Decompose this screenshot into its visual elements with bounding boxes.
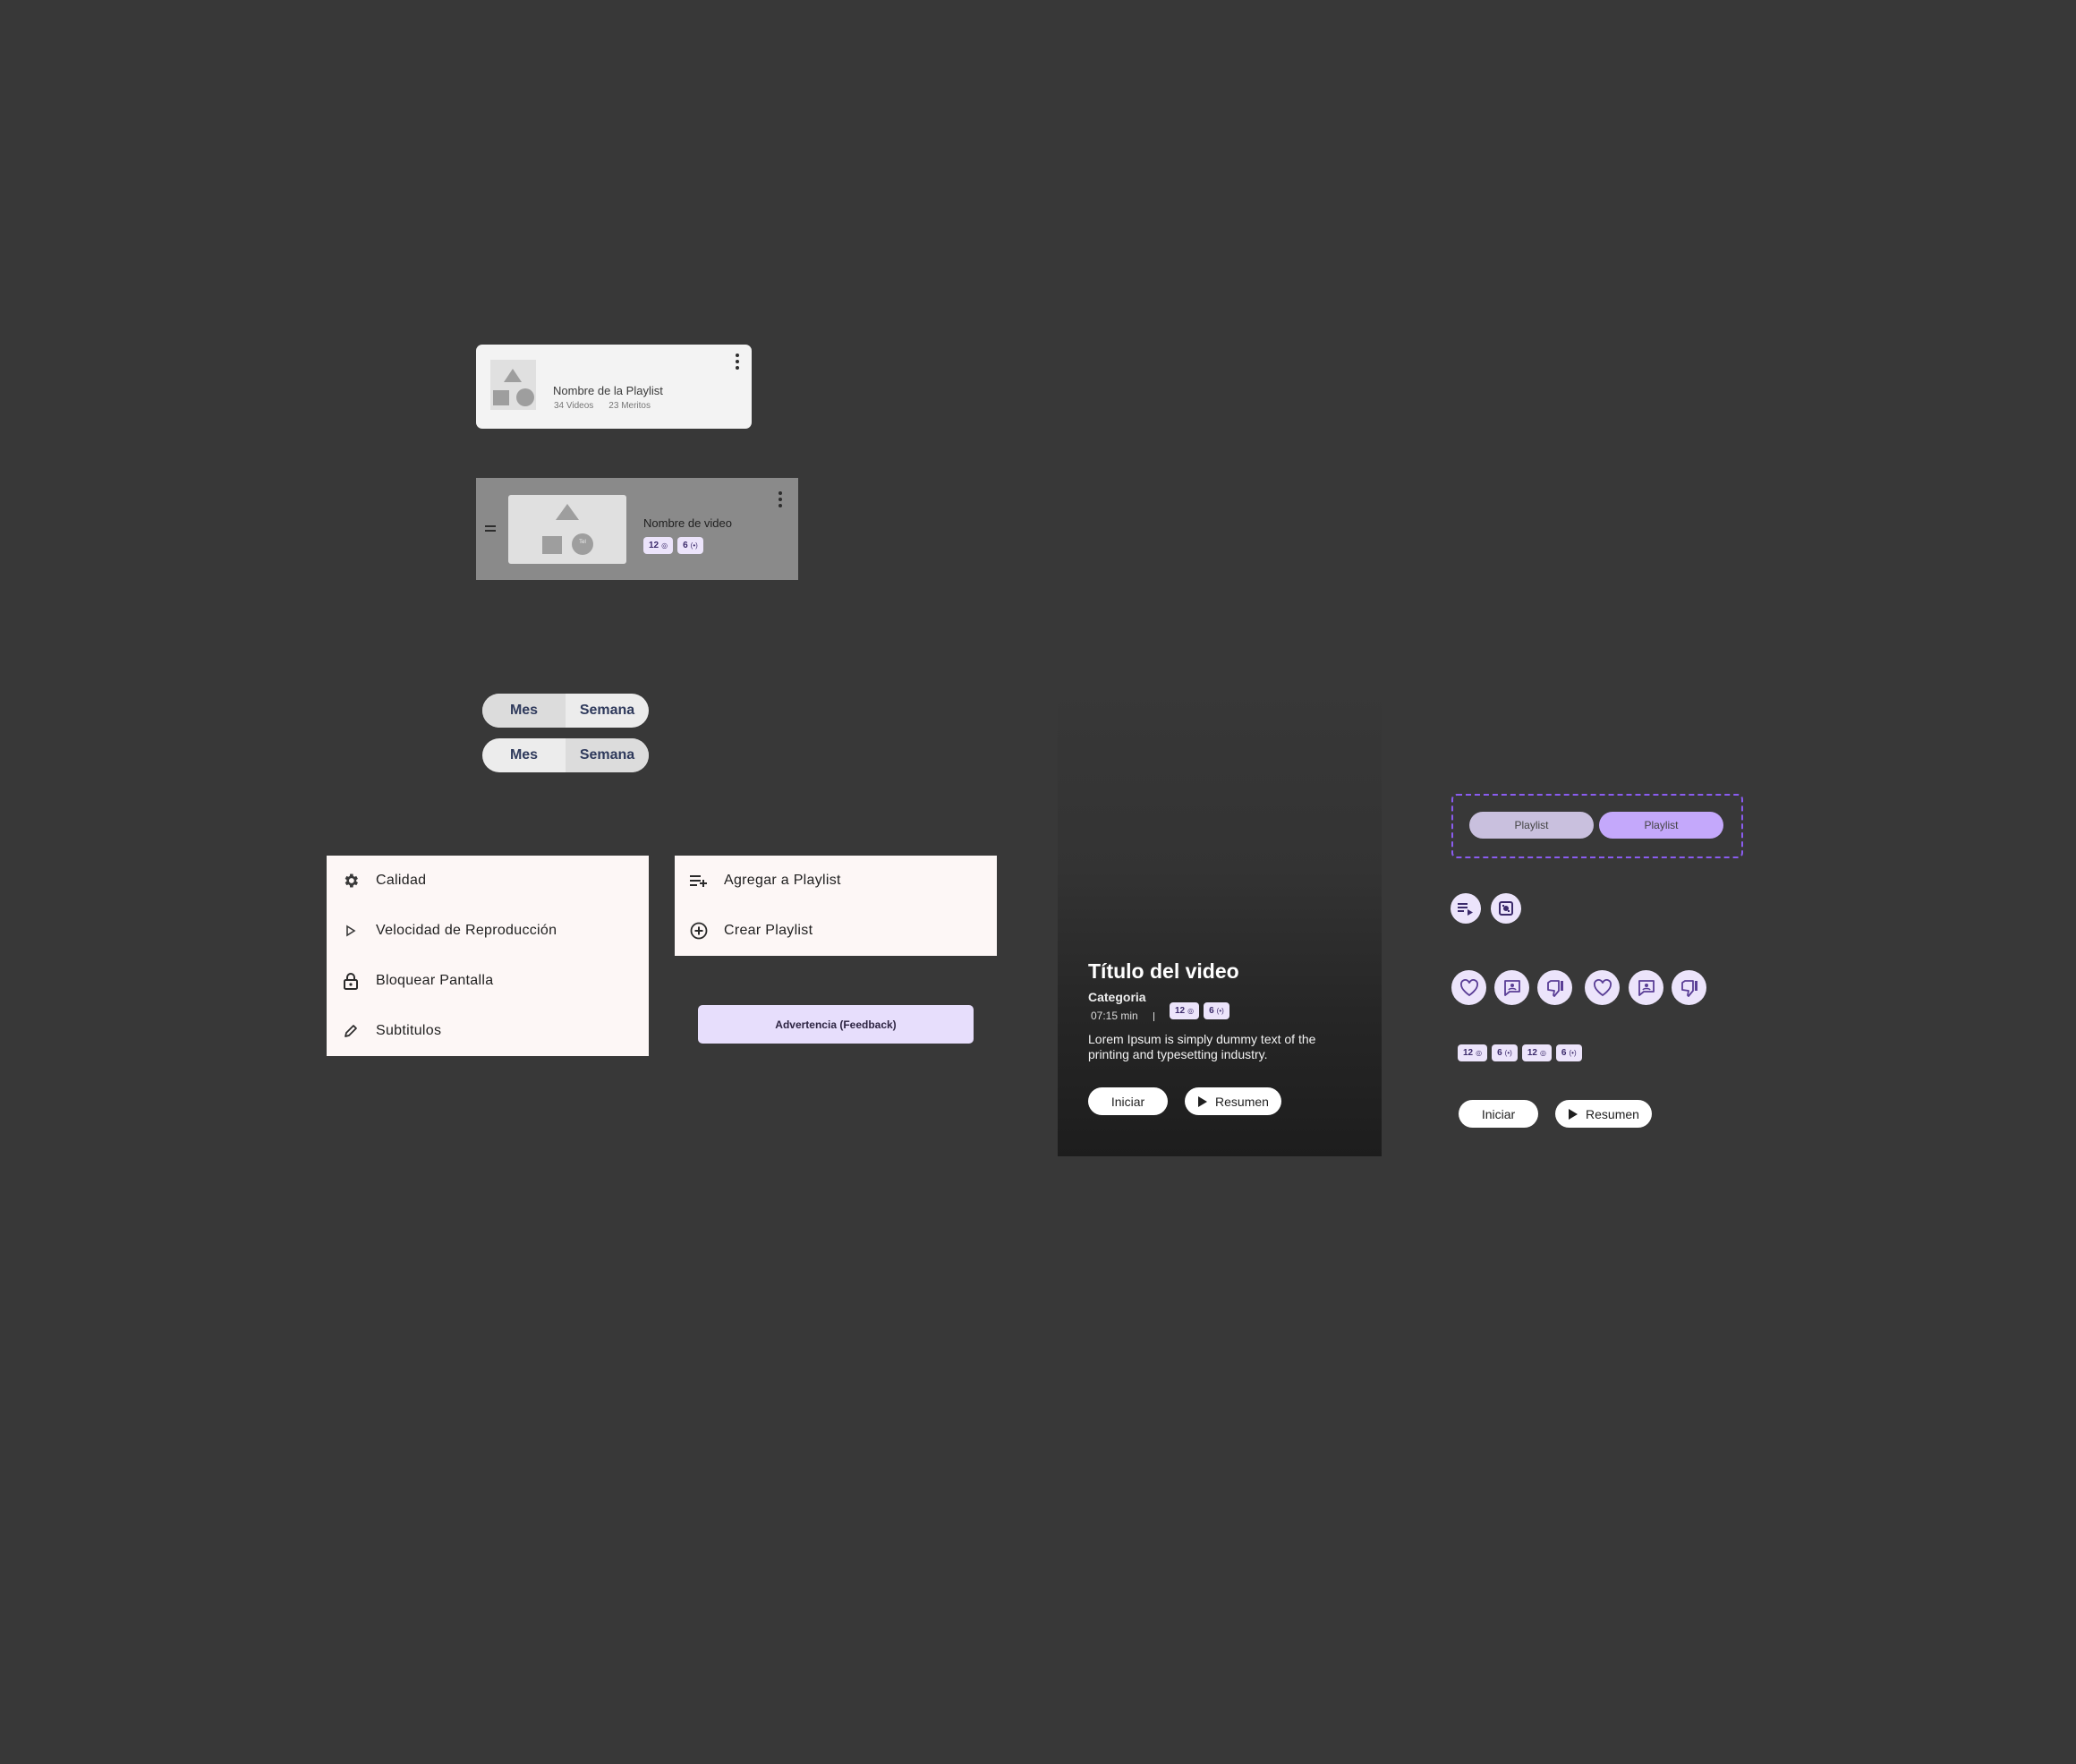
menu-item-label: Agregar a Playlist [724, 873, 841, 888]
like-button[interactable] [1451, 970, 1486, 1005]
play-outline-icon [341, 921, 361, 941]
add-circle-icon [689, 921, 709, 941]
play-icon [1197, 1095, 1208, 1108]
screen-capture-icon [1499, 901, 1513, 916]
broadcast-icon: (•) [1504, 1049, 1512, 1057]
chip-shares: 6 (•) [1555, 1044, 1582, 1061]
image-placeholder-icon [493, 369, 534, 406]
views-icon: ◎ [1187, 1007, 1195, 1015]
player-options-menu: Calidad Velocidad de Reproducción Bloque… [327, 856, 649, 1056]
chip-shares: 6 (•) [1492, 1044, 1518, 1061]
video-list-row[interactable]: Tel Nombre de video 12 ◎ 6 (•) [476, 478, 798, 580]
summary-label: Resumen [1586, 1106, 1639, 1121]
playlist-pill-active[interactable]: Playlist [1599, 812, 1723, 839]
like-button[interactable] [1585, 970, 1620, 1005]
play-icon [1568, 1108, 1578, 1121]
playlist-add-icon [689, 871, 709, 891]
playlist-title: Nombre de la Playlist [553, 384, 663, 397]
menu-item-label: Bloquear Pantalla [376, 973, 494, 988]
chip-views: 12 ◎ [1458, 1044, 1488, 1061]
menu-item-label: Calidad [376, 873, 427, 888]
period-toggle-semana: Mes Semana [482, 738, 649, 772]
video-description: Lorem Ipsum is simply dummy text of the … [1088, 1032, 1316, 1061]
menu-item-calidad[interactable]: Calidad [327, 856, 649, 906]
menu-item-agregar-playlist[interactable]: Agregar a Playlist [675, 856, 997, 906]
menu-item-crear-playlist[interactable]: Crear Playlist [675, 906, 997, 956]
chip-shares: 6 (•) [1204, 1002, 1229, 1019]
thumbnail-badge: Tel [579, 540, 586, 545]
playlist-pill-variants: Playlist Playlist [1451, 794, 1743, 858]
broadcast-icon: (•) [690, 541, 698, 550]
thumbs-down-icon [1546, 979, 1563, 997]
video-stats: 12 ◎ 6 (•) [1170, 1002, 1229, 1019]
summary-button[interactable]: Resumen [1555, 1100, 1652, 1128]
menu-item-label: Crear Playlist [724, 923, 813, 938]
start-label: Iniciar [1110, 1094, 1145, 1109]
divider [1153, 1012, 1154, 1021]
lock-icon [341, 971, 361, 991]
more-options-icon[interactable] [736, 354, 739, 372]
queue-play-icon [1458, 903, 1473, 916]
toggle-option-semana[interactable]: Semana [566, 738, 649, 772]
video-title: Título del video [1088, 959, 1239, 983]
chip-views: 12 ◎ [643, 537, 674, 554]
comment-button[interactable] [1494, 970, 1529, 1005]
playlist-meta: 34 Videos 23 Meritos [554, 401, 651, 411]
stats-chips: 12 ◎ 6 (•) 12 ◎ 6 (•) [1458, 1044, 1582, 1061]
playlist-card[interactable]: Nombre de la Playlist 34 Videos 23 Merito… [476, 345, 752, 429]
heart-icon [1459, 978, 1478, 996]
menu-item-label: Velocidad de Reproducción [376, 923, 557, 938]
comment-icon [1638, 979, 1655, 996]
toggle-option-mes[interactable]: Mes [482, 738, 566, 772]
summary-button[interactable]: Resumen [1185, 1087, 1281, 1115]
heart-icon [1593, 978, 1612, 996]
period-toggle-mes: Mes Semana [482, 694, 649, 728]
video-count: 34 Videos [554, 401, 594, 411]
views-icon: ◎ [1476, 1049, 1483, 1057]
broadcast-icon: (•) [1569, 1049, 1577, 1057]
merit-count: 23 Meritos [608, 401, 651, 411]
playlist-thumbnail [490, 360, 536, 410]
more-options-icon[interactable] [778, 491, 782, 510]
playlist-pill-inactive[interactable]: Playlist [1469, 812, 1594, 839]
dislike-button[interactable] [1672, 970, 1706, 1005]
playlist-menu: Agregar a Playlist Crear Playlist [675, 856, 997, 956]
views-icon: ◎ [661, 541, 668, 550]
video-thumbnail: Tel [508, 495, 626, 564]
gear-icon [341, 871, 361, 891]
video-duration: 07:15 min [1091, 1010, 1138, 1022]
pencil-icon [341, 1021, 361, 1041]
menu-item-label: Subtitulos [376, 1023, 442, 1038]
menu-item-bloquear[interactable]: Bloquear Pantalla [327, 956, 649, 1006]
video-category: Categoria [1088, 990, 1146, 1004]
chip-views: 12 ◎ [1170, 1002, 1200, 1019]
menu-item-subtitulos[interactable]: Subtitulos [327, 1006, 649, 1056]
start-button[interactable]: Iniciar [1459, 1100, 1538, 1128]
chip-views: 12 ◎ [1521, 1044, 1552, 1061]
comment-button[interactable] [1629, 970, 1663, 1005]
video-stats: 12 ◎ 6 (•) [643, 537, 703, 554]
drag-handle-icon[interactable] [485, 525, 496, 534]
summary-label: Resumen [1215, 1094, 1269, 1109]
start-label: Iniciar [1481, 1106, 1516, 1121]
chip-shares: 6 (•) [677, 537, 703, 554]
toggle-option-semana[interactable]: Semana [566, 694, 649, 728]
screen-capture-button[interactable] [1491, 893, 1521, 924]
video-title: Nombre de video [643, 516, 732, 530]
feedback-button[interactable]: Advertencia (Feedback) [698, 1005, 974, 1044]
image-placeholder-icon [542, 504, 593, 555]
video-hero-card: Título del video Categoria 07:15 min 12 ◎… [1058, 680, 1382, 1156]
thumbs-down-icon [1680, 979, 1697, 997]
start-button[interactable]: Iniciar [1088, 1087, 1168, 1115]
queue-play-button[interactable] [1451, 893, 1481, 924]
dislike-button[interactable] [1537, 970, 1572, 1005]
toggle-option-mes[interactable]: Mes [482, 694, 566, 728]
broadcast-icon: (•) [1216, 1007, 1224, 1015]
menu-item-velocidad[interactable]: Velocidad de Reproducción [327, 906, 649, 956]
comment-icon [1503, 979, 1520, 996]
views-icon: ◎ [1539, 1049, 1546, 1057]
